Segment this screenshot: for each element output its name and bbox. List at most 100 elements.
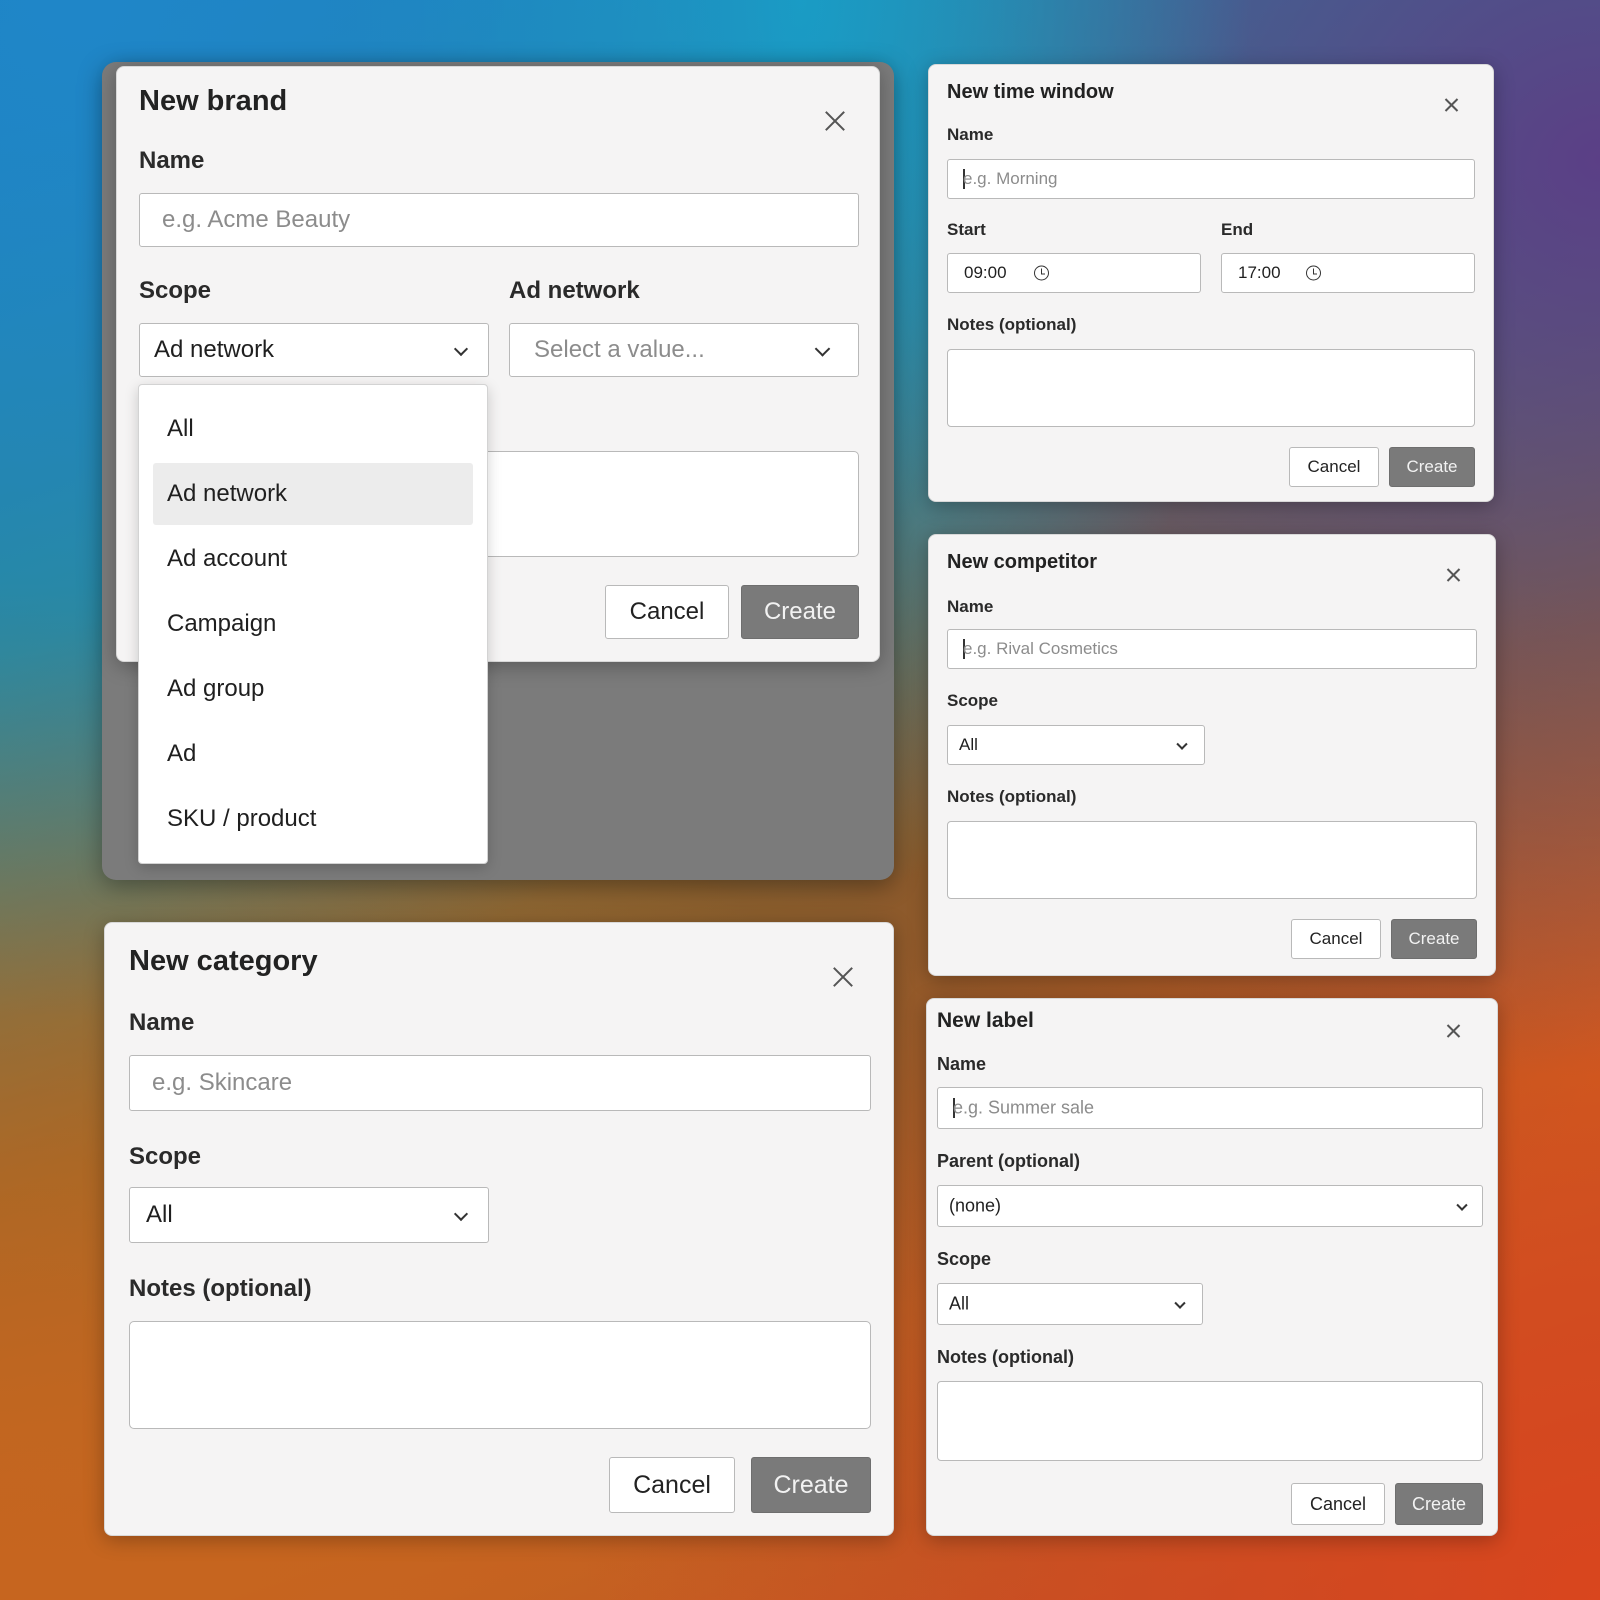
create-button[interactable]: Create xyxy=(1395,1483,1483,1525)
cancel-label: Cancel xyxy=(633,1470,711,1499)
cancel-button[interactable]: Cancel xyxy=(1291,1483,1385,1525)
create-button[interactable]: Create xyxy=(741,585,859,639)
cancel-label: Cancel xyxy=(629,598,705,625)
scope-label: Scope xyxy=(139,277,212,304)
clock-icon[interactable] xyxy=(1034,265,1049,281)
ad-network-label: Ad network xyxy=(509,277,640,304)
new-competitor-dialog: New competitor Name e.g. Rival Cosmetics… xyxy=(928,534,1496,976)
dialog-title: New competitor xyxy=(947,551,1098,573)
scope-label: Scope xyxy=(129,1143,202,1170)
scope-label: Scope xyxy=(947,691,999,710)
option-label: SKU / product xyxy=(167,805,317,832)
scope-label: Scope xyxy=(937,1249,992,1269)
name-label: Name xyxy=(129,1009,195,1036)
name-placeholder: e.g. Morning xyxy=(963,169,1058,188)
name-input[interactable]: e.g. Summer sale xyxy=(937,1087,1483,1129)
clock-icon[interactable] xyxy=(1306,265,1321,281)
scope-option-ad-account[interactable]: Ad account xyxy=(153,528,473,590)
end-time-input[interactable]: 17:00 xyxy=(1221,253,1475,293)
scope-select[interactable]: Ad network xyxy=(139,323,489,377)
name-input[interactable]: e.g. Skincare xyxy=(129,1055,871,1111)
cancel-button[interactable]: Cancel xyxy=(609,1457,735,1513)
name-input[interactable]: e.g. Acme Beauty xyxy=(139,193,859,247)
ad-network-placeholder: Select a value... xyxy=(534,336,705,363)
chevron-down-icon xyxy=(1176,738,1188,750)
scope-select[interactable]: All xyxy=(947,725,1205,765)
dialog-title: New label xyxy=(937,1009,1034,1032)
start-time-value: 09:00 xyxy=(964,263,1007,282)
create-label: Create xyxy=(773,1470,849,1499)
notes-label: Notes (optional) xyxy=(937,1347,1074,1367)
parent-select[interactable]: (none) xyxy=(937,1185,1483,1227)
name-placeholder: e.g. Acme Beauty xyxy=(162,206,351,233)
create-button[interactable]: Create xyxy=(751,1457,871,1513)
name-placeholder: e.g. Skincare xyxy=(152,1069,293,1096)
scope-value: All xyxy=(959,735,978,754)
chevron-down-icon xyxy=(453,1206,469,1222)
notes-textarea[interactable] xyxy=(947,349,1475,427)
chevron-down-icon xyxy=(814,341,831,357)
chevron-down-icon xyxy=(1174,1297,1186,1309)
cancel-label: Cancel xyxy=(1307,457,1361,476)
ad-network-select[interactable]: Select a value... xyxy=(509,323,859,377)
new-label-dialog: New label Name e.g. Summer sale Parent (… xyxy=(926,998,1498,1536)
create-button[interactable]: Create xyxy=(1391,919,1477,959)
create-button[interactable]: Create xyxy=(1389,447,1475,487)
scope-value: All xyxy=(146,1201,173,1228)
scope-option-ad[interactable]: Ad xyxy=(153,723,473,785)
scope-select[interactable]: All xyxy=(129,1187,489,1243)
option-label: Ad group xyxy=(167,675,265,702)
scope-option-ad-group[interactable]: Ad group xyxy=(153,658,473,720)
close-icon[interactable] xyxy=(1439,93,1463,117)
close-icon[interactable] xyxy=(823,957,863,997)
cancel-button[interactable]: Cancel xyxy=(1291,919,1381,959)
option-label: Campaign xyxy=(167,610,277,637)
cancel-label: Cancel xyxy=(1309,929,1363,948)
start-label: Start xyxy=(947,220,986,239)
name-placeholder: e.g. Summer sale xyxy=(953,1097,1095,1118)
cancel-label: Cancel xyxy=(1309,1493,1367,1514)
name-label: Name xyxy=(947,597,994,616)
start-time-input[interactable]: 09:00 xyxy=(947,253,1201,293)
name-label: Name xyxy=(139,147,205,174)
notes-textarea[interactable] xyxy=(937,1381,1483,1461)
scope-option-all[interactable]: All xyxy=(153,398,473,460)
dialog-title: New brand xyxy=(139,85,288,117)
option-label: Ad account xyxy=(167,545,288,572)
scope-dropdown-menu: All Ad network Ad account Campaign Ad gr… xyxy=(138,384,488,864)
close-icon[interactable] xyxy=(1441,563,1465,587)
close-icon[interactable] xyxy=(815,101,855,141)
new-time-window-dialog: New time window Name e.g. Morning Start … xyxy=(928,64,1494,502)
create-label: Create xyxy=(1411,1493,1467,1514)
name-label: Name xyxy=(937,1054,987,1074)
parent-value: (none) xyxy=(949,1195,1002,1216)
notes-textarea[interactable] xyxy=(947,821,1477,899)
scope-option-sku-product[interactable]: SKU / product xyxy=(153,788,473,850)
create-label: Create xyxy=(1406,457,1458,476)
name-input[interactable]: e.g. Morning xyxy=(947,159,1475,199)
chevron-down-icon xyxy=(1456,1199,1468,1211)
scope-select[interactable]: All xyxy=(937,1283,1203,1325)
name-label: Name xyxy=(947,125,994,144)
scope-option-ad-network[interactable]: Ad network xyxy=(153,463,473,525)
name-placeholder: e.g. Rival Cosmetics xyxy=(963,639,1118,658)
scope-option-campaign[interactable]: Campaign xyxy=(153,593,473,655)
new-category-dialog: New category Name e.g. Skincare Scope Al… xyxy=(104,922,894,1536)
end-time-value: 17:00 xyxy=(1238,263,1281,282)
create-label: Create xyxy=(763,598,837,625)
end-label: End xyxy=(1221,220,1254,239)
close-icon[interactable] xyxy=(1441,1019,1465,1043)
name-input[interactable]: e.g. Rival Cosmetics xyxy=(947,629,1477,669)
option-label: All xyxy=(167,415,194,442)
cancel-button[interactable]: Cancel xyxy=(605,585,729,639)
chevron-down-icon xyxy=(453,341,469,357)
option-label: Ad xyxy=(167,740,197,767)
notes-textarea[interactable] xyxy=(129,1321,871,1429)
notes-label: Notes (optional) xyxy=(947,315,1077,334)
cancel-button[interactable]: Cancel xyxy=(1289,447,1379,487)
create-label: Create xyxy=(1408,929,1460,948)
notes-label: Notes (optional) xyxy=(947,787,1077,806)
dialog-title: New category xyxy=(129,945,318,977)
scope-value: All xyxy=(949,1293,970,1314)
scope-value: Ad network xyxy=(154,336,275,363)
